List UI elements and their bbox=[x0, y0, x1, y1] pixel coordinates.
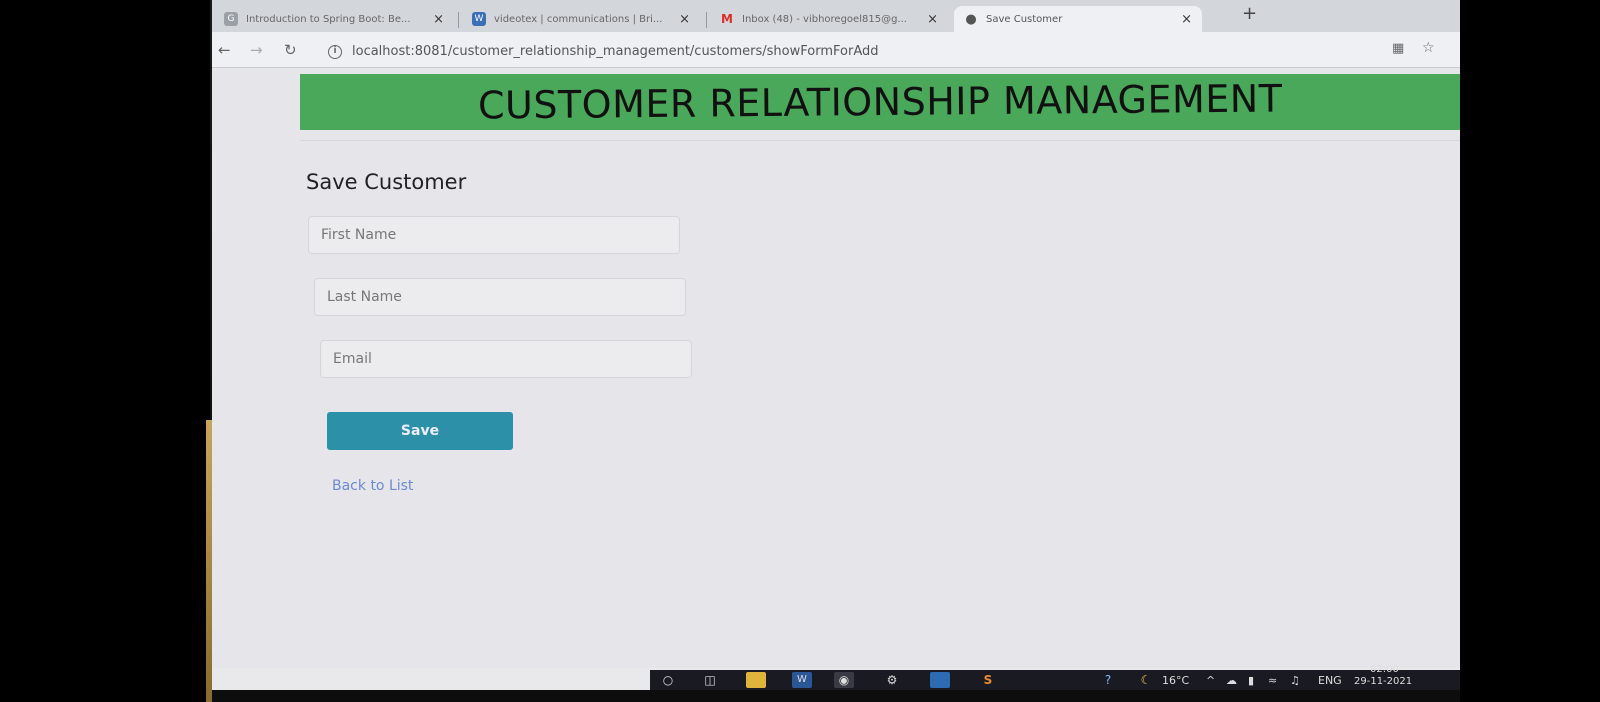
help-icon[interactable]: ? bbox=[1098, 672, 1118, 688]
battery-icon[interactable]: ▮ bbox=[1248, 674, 1254, 687]
photo-frame: G Introduction to Spring Boot: Be... × W… bbox=[0, 0, 1600, 702]
sublime-icon[interactable]: S bbox=[978, 672, 998, 688]
back-to-list-link[interactable]: Back to List bbox=[332, 478, 413, 494]
forward-arrow-icon[interactable]: → bbox=[250, 41, 263, 59]
cast-icon[interactable]: ▦ bbox=[1392, 41, 1404, 56]
tab-spring-boot[interactable]: G Introduction to Spring Boot: Be... × bbox=[214, 6, 454, 32]
tab-save-customer[interactable]: ● Save Customer × bbox=[954, 6, 1202, 32]
clock-date[interactable]: 29-11-2021 bbox=[1354, 676, 1412, 687]
task-view-icon[interactable]: ◫ bbox=[700, 672, 720, 688]
tab-videotex[interactable]: W videotex | communications | Bri... × bbox=[462, 6, 700, 32]
tab-title: Inbox (48) - vibhoregoel815@g... bbox=[742, 13, 907, 25]
britannica-icon: W bbox=[472, 12, 486, 26]
tab-title: Introduction to Spring Boot: Be... bbox=[246, 13, 411, 25]
first-name-input[interactable] bbox=[308, 216, 680, 254]
info-icon[interactable]: i bbox=[328, 45, 342, 59]
cloud-icon[interactable]: ☁ bbox=[1226, 674, 1237, 687]
moon-icon: ☾ bbox=[1140, 673, 1152, 687]
star-icon[interactable]: ☆ bbox=[1422, 40, 1435, 56]
search-icon[interactable]: ○ bbox=[658, 672, 678, 688]
tab-separator bbox=[458, 12, 459, 28]
close-icon[interactable]: × bbox=[1181, 12, 1192, 27]
monitor-bottom-edge bbox=[212, 690, 1460, 702]
word-icon[interactable]: W bbox=[792, 672, 812, 688]
temperature: 16°C bbox=[1162, 674, 1190, 687]
close-icon[interactable]: × bbox=[679, 12, 690, 27]
app-title: CUSTOMER RELATIONSHIP MANAGEMENT bbox=[477, 76, 1283, 128]
chevron-up-icon[interactable]: ^ bbox=[1206, 674, 1215, 687]
wifi-icon[interactable]: ≈ bbox=[1268, 674, 1277, 687]
gmail-icon: M bbox=[721, 12, 733, 26]
tab-title: videotex | communications | Bri... bbox=[494, 13, 663, 25]
tab-strip: G Introduction to Spring Boot: Be... × W… bbox=[212, 0, 1460, 32]
reload-icon[interactable]: ↻ bbox=[284, 41, 297, 59]
address-bar[interactable]: localhost:8081/customer_relationship_man… bbox=[352, 44, 879, 59]
tab-gmail[interactable]: M Inbox (48) - vibhoregoel815@g... × bbox=[710, 6, 948, 32]
volume-icon[interactable]: ♫ bbox=[1290, 674, 1300, 687]
clock-time[interactable]: 02:00 bbox=[1370, 664, 1399, 675]
tab-separator bbox=[706, 12, 707, 28]
save-button[interactable]: Save bbox=[327, 412, 513, 450]
globe-icon: ● bbox=[965, 11, 977, 27]
email-input[interactable] bbox=[320, 340, 692, 378]
last-name-input[interactable] bbox=[314, 278, 686, 316]
close-icon[interactable]: × bbox=[433, 12, 444, 27]
language-indicator[interactable]: ENG bbox=[1318, 674, 1342, 687]
google-icon: G bbox=[224, 12, 238, 26]
new-tab-button[interactable]: + bbox=[1242, 3, 1257, 24]
ide-icon[interactable] bbox=[930, 672, 950, 688]
windows-taskbar: ○ ◫ W ◉ ⚙ S ? ☾ 16°C ^ ☁ ▮ ≈ ♫ ENG 02:00… bbox=[650, 664, 1460, 690]
browser-toolbar: ← → ↻ i localhost:8081/customer_relation… bbox=[212, 32, 1460, 68]
app-header: CUSTOMER RELATIONSHIP MANAGEMENT bbox=[300, 74, 1460, 130]
back-arrow-icon[interactable]: ← bbox=[218, 41, 231, 59]
chrome-icon[interactable]: ◉ bbox=[834, 672, 854, 688]
tab-title: Save Customer bbox=[986, 13, 1063, 25]
form-title: Save Customer bbox=[306, 170, 467, 194]
settings-icon[interactable]: ⚙ bbox=[882, 672, 902, 688]
file-explorer-icon[interactable] bbox=[746, 672, 766, 688]
close-icon[interactable]: × bbox=[927, 12, 938, 27]
page-content: CUSTOMER RELATIONSHIP MANAGEMENT Save Cu… bbox=[212, 68, 1460, 668]
divider bbox=[300, 140, 1460, 141]
browser-window: G Introduction to Spring Boot: Be... × W… bbox=[212, 0, 1460, 690]
